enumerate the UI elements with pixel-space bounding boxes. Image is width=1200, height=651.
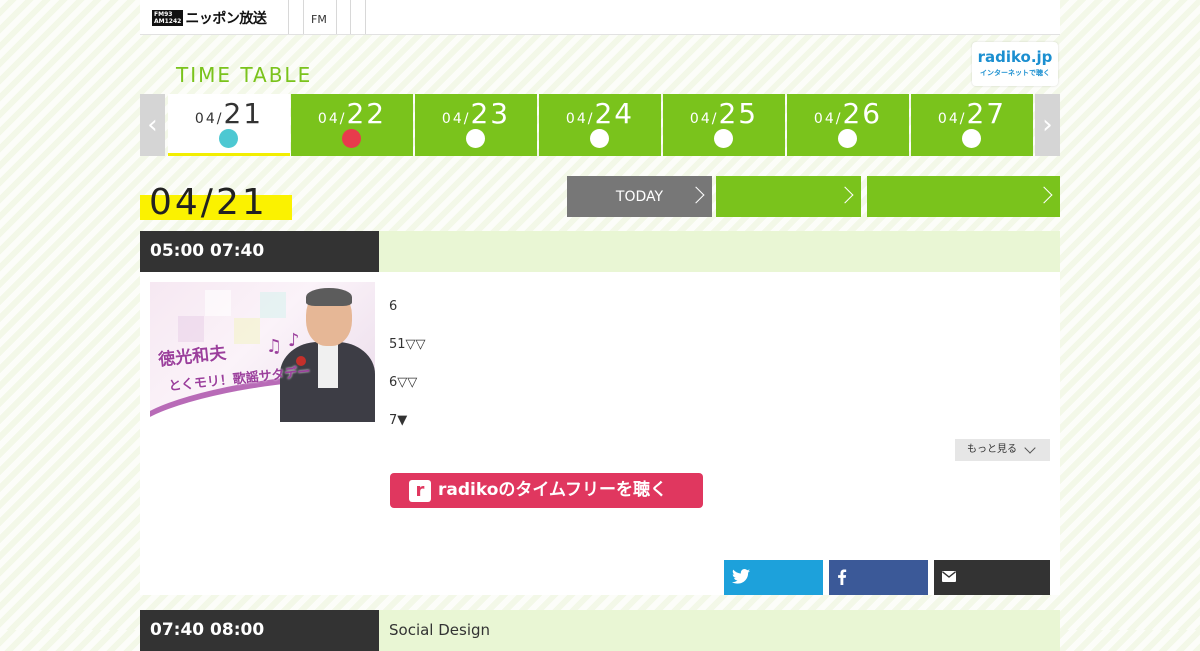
- current-date-text: 04/21: [149, 182, 268, 223]
- divider: [303, 0, 304, 34]
- date-tab-month: 04/: [689, 111, 719, 127]
- date-tab-0423[interactable]: 04/23: [415, 94, 537, 156]
- status-dot: [342, 129, 361, 148]
- status-dot: [590, 129, 609, 148]
- program-time: 07:40 08:00: [140, 610, 379, 651]
- program-header: 05:00 07:40: [140, 231, 1060, 272]
- fm-link[interactable]: FM: [311, 13, 327, 26]
- timetable-title: TIME TABLE: [176, 63, 313, 87]
- date-tab-month: 04/: [317, 111, 347, 127]
- description-line: 6▽▽: [389, 375, 418, 390]
- show-more-button[interactable]: もっと見る: [955, 439, 1050, 461]
- date-tab-day: 23: [470, 97, 511, 130]
- chevron-down-icon: [1024, 442, 1036, 454]
- radiko-badge-label: radiko.jp: [977, 48, 1053, 66]
- next-week-button[interactable]: ›: [1035, 94, 1060, 156]
- chevron-right-icon: [687, 186, 705, 204]
- brand-mark: FM93 AM1242: [152, 10, 184, 26]
- divider: [350, 0, 351, 34]
- music-note-icon: ♫: [266, 336, 283, 357]
- decor-tile: [260, 292, 286, 318]
- decor-tile: [234, 318, 260, 344]
- divider: [288, 0, 289, 34]
- program-description: 6 51▽▽ 6▽▽ 7▼: [389, 298, 426, 450]
- host-photo-hair: [306, 288, 352, 306]
- description-line: 7▼: [389, 413, 408, 428]
- status-dot: [838, 129, 857, 148]
- radiko-badge-link[interactable]: radiko.jp インターネットで聴く: [972, 42, 1058, 86]
- date-tab-day: 21: [223, 97, 264, 130]
- date-tab-day: 25: [718, 97, 759, 130]
- program-thumbnail[interactable]: ♫ ♪ 徳光和夫 とくモリ！歌謡サタデー: [150, 282, 375, 422]
- date-tab-0421[interactable]: 04/21: [168, 94, 290, 156]
- date-tab-day: 27: [966, 97, 1007, 130]
- date-tab-0424[interactable]: 04/24: [539, 94, 661, 156]
- date-navigation: ‹ 04/21 04/22 04/23 04/24 04/25 04/26 04…: [140, 94, 1060, 156]
- station-logo[interactable]: FM93 AM1242 ニッポン放送: [152, 9, 267, 27]
- mail-icon: [942, 569, 956, 586]
- facebook-share-button[interactable]: [829, 560, 928, 595]
- date-tab-month: 04/: [937, 111, 967, 127]
- brand-mark-line2: AM1242: [154, 18, 182, 25]
- prev-day-button[interactable]: [716, 176, 861, 217]
- divider: [365, 0, 366, 34]
- date-tab-0425[interactable]: 04/25: [663, 94, 785, 156]
- date-tab-day: 24: [594, 97, 635, 130]
- description-line: 6: [389, 299, 398, 314]
- radiko-icon: r: [409, 480, 431, 502]
- facebook-icon: [837, 569, 847, 589]
- date-tab-month: 04/: [194, 111, 224, 127]
- date-tab-month: 04/: [813, 111, 843, 127]
- date-tab-month: 04/: [565, 111, 595, 127]
- radiko-timefree-button[interactable]: r radikoのタイムフリーを聴く: [390, 473, 703, 508]
- status-dot: [219, 129, 238, 148]
- brand-name: ニッポン放送: [185, 11, 267, 27]
- program-title[interactable]: Social Design: [389, 610, 490, 651]
- chevron-right-icon: [836, 186, 854, 204]
- date-tab-day: 22: [346, 97, 387, 130]
- current-date-heading: 04/21: [140, 180, 292, 223]
- status-dot: [962, 129, 981, 148]
- music-note-icon: ♪: [288, 330, 300, 351]
- show-more-label: もっと見る: [967, 444, 1017, 455]
- twitter-icon: [732, 569, 750, 588]
- today-button-label: TODAY: [615, 188, 664, 205]
- description-line: 51▽▽: [389, 337, 426, 352]
- program-header: 07:40 08:00 Social Design: [140, 610, 1060, 651]
- top-bar: FM93 AM1242 ニッポン放送 FM: [140, 0, 1060, 35]
- radiko-timefree-label: radikoのタイムフリーを聴く: [438, 480, 668, 500]
- status-dot: [714, 129, 733, 148]
- thumbnail-caption: 徳光和夫: [157, 343, 228, 371]
- date-tab-0427[interactable]: 04/27: [911, 94, 1033, 156]
- mail-share-button[interactable]: [934, 560, 1050, 595]
- date-tab-day: 26: [842, 97, 883, 130]
- chevron-left-icon: ‹: [147, 110, 158, 140]
- today-button[interactable]: TODAY: [567, 176, 712, 217]
- program-detail: ♫ ♪ 徳光和夫 とくモリ！歌謡サタデー 6 51▽▽ 6▽▽ 7▼ もっと見る…: [140, 272, 1060, 595]
- decor-tile: [178, 316, 204, 342]
- prev-week-button[interactable]: ‹: [140, 94, 165, 156]
- radiko-badge-sublabel: インターネットで聴く: [980, 69, 1050, 77]
- chevron-right-icon: ›: [1042, 110, 1053, 140]
- chevron-right-icon: [1035, 186, 1053, 204]
- date-tab-0426[interactable]: 04/26: [787, 94, 909, 156]
- host-photo-shirt: [318, 342, 338, 388]
- program-time: 05:00 07:40: [140, 231, 379, 272]
- twitter-share-button[interactable]: [724, 560, 823, 595]
- decor-tile: [205, 290, 231, 316]
- status-dot: [466, 129, 485, 148]
- brand-mark-line1: FM93: [154, 11, 173, 18]
- divider: [336, 0, 337, 34]
- date-tab-0422[interactable]: 04/22: [291, 94, 413, 156]
- date-tab-month: 04/: [441, 111, 471, 127]
- next-day-button[interactable]: [867, 176, 1060, 217]
